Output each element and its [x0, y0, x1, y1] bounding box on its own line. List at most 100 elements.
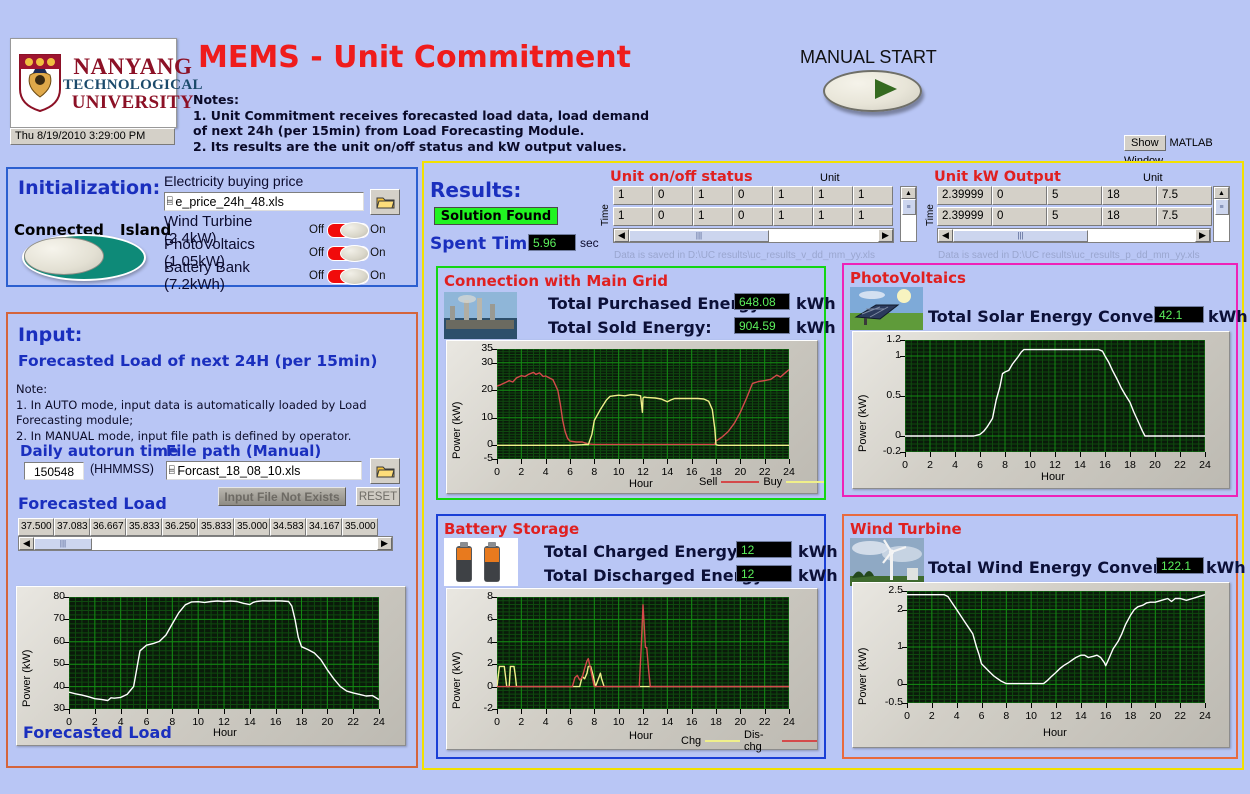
scroll-right-icon[interactable]: ▶ [377, 537, 392, 550]
table-row: 2.39999 0 5 18 7.5 [937, 186, 1212, 205]
x-tick-label: 10 [192, 716, 204, 728]
y-tick-mark [492, 619, 497, 621]
autorun-time-input[interactable]: 150548 [24, 462, 84, 480]
array-cell[interactable]: 34.167 [306, 518, 342, 536]
table-cell[interactable]: 7.5 [1157, 186, 1212, 205]
input-file-status-button[interactable]: Input File Not Exists [218, 487, 346, 506]
scroll-left-icon[interactable]: ◀ [19, 537, 34, 550]
table-cell[interactable]: 2.39999 [937, 207, 992, 226]
array-cell[interactable]: 35.000 [234, 518, 270, 536]
table-cell[interactable]: 1 [773, 186, 813, 205]
kwout-v-scrollbar[interactable]: ▲ ≡ [1213, 186, 1230, 242]
x-tick-mark [594, 709, 596, 714]
x-tick-label: 24 [1199, 459, 1211, 471]
array-cell[interactable]: 37.500 [18, 518, 54, 536]
table-cell[interactable]: 5 [1047, 186, 1102, 205]
wind-x-axis-label: Hour [1043, 727, 1067, 739]
x-tick-mark [224, 709, 225, 714]
scroll-thumb[interactable]: ||| [34, 537, 92, 550]
battery-toggle-switch[interactable] [327, 268, 370, 285]
manual-start-button[interactable] [823, 70, 922, 112]
table-cell[interactable]: 18 [1102, 186, 1157, 205]
pv-toggle-switch[interactable] [327, 245, 370, 262]
array-cell[interactable]: 36.250 [162, 518, 198, 536]
scroll-left-icon[interactable]: ◀ [938, 229, 953, 242]
scroll-right-icon[interactable]: ▶ [1195, 229, 1210, 242]
wind-plot-area [907, 591, 1205, 703]
onoff-table-title: Unit on/off status [610, 169, 753, 185]
table-cell[interactable]: 2.39999 [937, 186, 992, 205]
photovoltaics-graph: Power (kW) -0.2 0 0.5 1 1.2 0 2 4 6 8 10 12 14 16 18 20… [852, 331, 1230, 489]
table-cell[interactable]: 5 [1047, 207, 1102, 226]
forecast-file-input[interactable]: ⌸ Forcast_18_08_10.xls [166, 461, 362, 480]
table-cell[interactable]: 1 [613, 186, 653, 205]
table-cell[interactable]: 1 [773, 207, 813, 226]
array-cell[interactable]: 36.667 [90, 518, 126, 536]
table-cell[interactable]: 1 [853, 207, 893, 226]
y-tick-mark [64, 686, 69, 688]
forecast-array-scrollbar[interactable]: ◀ ||| ▶ [18, 536, 393, 551]
array-cell[interactable]: 34.583 [270, 518, 306, 536]
battery-on-label: On [370, 269, 386, 282]
scroll-right-icon[interactable]: ▶ [878, 229, 893, 242]
onoff-h-scrollbar[interactable]: ◀ ||| ▶ [613, 228, 894, 243]
wind-toggle-switch[interactable] [327, 222, 370, 239]
table-cell[interactable]: 1 [853, 186, 893, 205]
y-tick-mark [64, 664, 69, 666]
table-cell[interactable]: 0 [992, 207, 1047, 226]
scroll-up-icon[interactable]: ▲ [901, 187, 916, 199]
table-cell[interactable]: 1 [813, 207, 853, 226]
main-grid-panel: Connection with Main Grid Total Purchase… [436, 266, 836, 500]
x-tick-mark [618, 459, 620, 464]
table-cell[interactable]: 1 [613, 207, 653, 226]
switch-row-battery: Battery Bank (7.2kWh) Off On [164, 259, 408, 293]
table-cell[interactable]: 0 [733, 207, 773, 226]
x-tick-mark [146, 709, 148, 714]
y-tick-mark [902, 609, 907, 611]
connected-island-switch[interactable] [22, 234, 146, 281]
table-cell[interactable]: 0 [733, 186, 773, 205]
array-cell[interactable]: 35.000 [342, 518, 378, 536]
x-tick-mark [643, 459, 644, 464]
input-subtitle: Forecasted Load of next 24H (per 15min) [18, 352, 378, 370]
price-file-input[interactable]: ⌸ e_price_24h_48.xls [164, 192, 364, 211]
table-cell[interactable]: 1 [693, 186, 733, 205]
x-tick-label: 4 [542, 716, 549, 728]
array-cell[interactable]: 35.833 [126, 518, 162, 536]
x-tick-mark [249, 709, 251, 714]
table-cell[interactable]: 0 [653, 207, 693, 226]
kwout-row-axis-label: Time [925, 204, 936, 226]
scroll-thumb[interactable]: ||| [629, 229, 769, 242]
onoff-v-scrollbar[interactable]: ▲ ≡ [900, 186, 917, 242]
table-cell[interactable]: 0 [653, 186, 693, 205]
y-tick-mark [492, 445, 497, 447]
array-cell[interactable]: 35.833 [198, 518, 234, 536]
scroll-up-icon[interactable]: ▲ [1214, 187, 1229, 199]
initialization-title: Initialization: [18, 177, 161, 199]
table-cell[interactable]: 0 [992, 186, 1047, 205]
browse-forecast-file-button[interactable] [370, 458, 400, 484]
x-tick-mark [1055, 452, 1056, 457]
kwout-h-scrollbar[interactable]: ◀ ||| ▶ [937, 228, 1211, 243]
y-tick-label: 40 [53, 679, 65, 692]
scroll-thumb[interactable]: ≡ [1214, 199, 1229, 215]
reset-button[interactable]: RESET [356, 487, 400, 506]
y-tick-label: 0 [895, 429, 901, 441]
array-cell[interactable]: 37.083 [54, 518, 90, 536]
table-cell[interactable]: 18 [1102, 207, 1157, 226]
scroll-left-icon[interactable]: ◀ [614, 229, 629, 242]
table-cell[interactable]: 1 [813, 186, 853, 205]
x-tick-label: 8 [591, 716, 598, 728]
show-button[interactable]: Show [1124, 135, 1166, 151]
x-tick-mark [955, 452, 956, 457]
scroll-thumb[interactable]: ≡ [901, 199, 916, 215]
table-cell[interactable]: 7.5 [1157, 207, 1212, 226]
table-cell[interactable]: 1 [693, 207, 733, 226]
y-tick-label: 2 [487, 657, 493, 670]
university-logo: NANYANG TECHNOLOGICAL UNIVERSITY [10, 38, 202, 128]
x-tick-label: 12 [637, 466, 649, 478]
scroll-thumb[interactable]: ||| [953, 229, 1088, 242]
wind-energy-value: 122.1 [1156, 557, 1204, 574]
browse-price-file-button[interactable] [370, 189, 400, 215]
x-tick-label: 14 [661, 716, 674, 728]
